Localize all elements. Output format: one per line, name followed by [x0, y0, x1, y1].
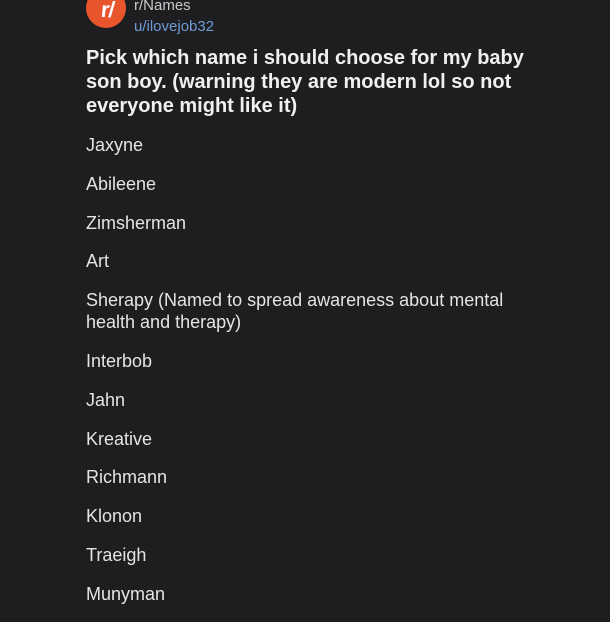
name-list-item: Abileene	[86, 173, 157, 194]
post-title: Pick which name i should choose for my b…	[86, 47, 524, 117]
author-username[interactable]: u/ilovejob32	[134, 19, 214, 35]
name-list-item: Munyman	[86, 583, 166, 604]
name-list-item: Sherapy (Named to spread awareness about…	[86, 290, 504, 333]
post-header: r/ r/Names u/ilovejob32	[86, 0, 506, 36]
name-list-item: Art	[86, 251, 110, 272]
subreddit-name[interactable]: r/Names	[134, 0, 191, 14]
name-list-item: Interbob	[86, 350, 153, 371]
post: r/ r/Names u/ilovejob32 Pick which name …	[0, 0, 610, 604]
name-list-item: Richmann	[86, 467, 168, 488]
name-list-item: Zimsherman	[86, 212, 187, 233]
name-list-item: Kreative	[86, 428, 153, 449]
name-list: Jaxyne Abileene Zimsherman Art Sherapy (Name…	[86, 134, 536, 622]
subreddit-icon-text: r/	[99, 0, 115, 22]
name-list-item: Jaxyne	[86, 135, 144, 155]
name-list-item: Jahn	[86, 389, 126, 410]
subreddit-avatar-icon[interactable]: r/	[86, 0, 126, 28]
name-list-item: Klonon	[86, 506, 143, 527]
name-list-item: Traeigh	[86, 544, 147, 565]
